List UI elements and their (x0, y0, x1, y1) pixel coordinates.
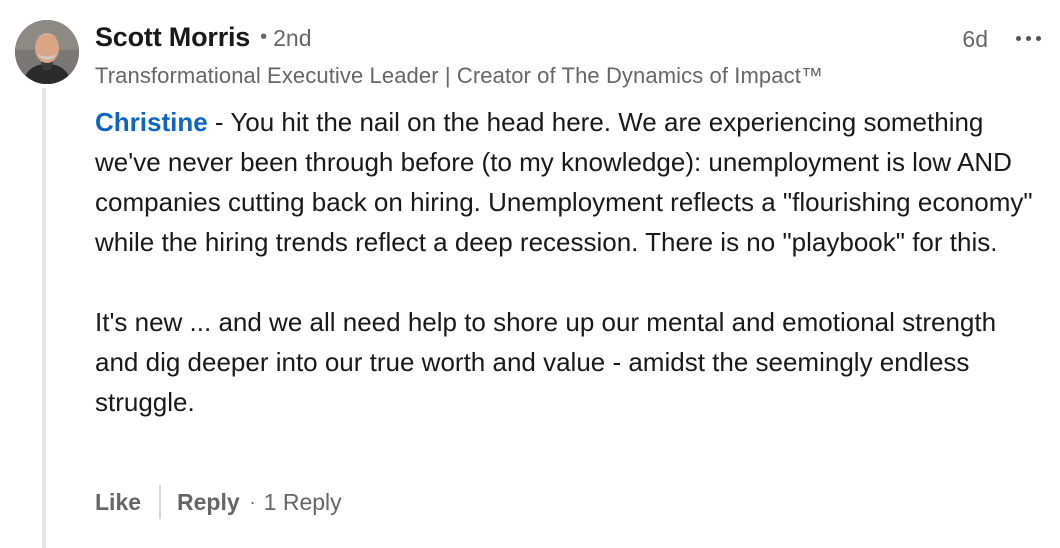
timestamp: 6d (962, 26, 988, 52)
separator-dot: • (260, 26, 268, 48)
more-options-button[interactable] (1010, 22, 1046, 54)
comment-paragraph: It's new ... and we all need help to sho… (95, 307, 997, 417)
thread-line (42, 88, 46, 548)
comment-body: Christine - You hit the nail on the head… (95, 102, 1035, 422)
reply-count-link[interactable]: 1 Reply (264, 489, 342, 516)
connection-degree: 2nd (273, 25, 312, 51)
comment-paragraph: Christine - You hit the nail on the head… (95, 102, 1035, 262)
avatar[interactable] (15, 20, 79, 84)
reply-button[interactable]: Reply (177, 489, 240, 516)
comment-card: Scott Morris • 2nd Transformational Exec… (0, 0, 1060, 548)
author-name[interactable]: Scott Morris (95, 22, 250, 53)
author-name-row: Scott Morris • 2nd (95, 22, 1040, 58)
comment-header: Scott Morris • 2nd Transformational Exec… (95, 22, 1040, 92)
comment-text: - You hit the nail on the head here. We … (95, 107, 1033, 257)
action-divider (159, 485, 162, 519)
author-headline: Transformational Executive Leader | Crea… (95, 63, 824, 88)
ellipsis-icon (1013, 35, 1043, 41)
avatar-photo (15, 20, 79, 84)
like-button[interactable]: Like (95, 489, 141, 516)
separator-dot: · (249, 491, 256, 512)
comment-actions: Like Reply · 1 Reply (95, 484, 342, 520)
mention-link[interactable]: Christine (95, 107, 208, 137)
